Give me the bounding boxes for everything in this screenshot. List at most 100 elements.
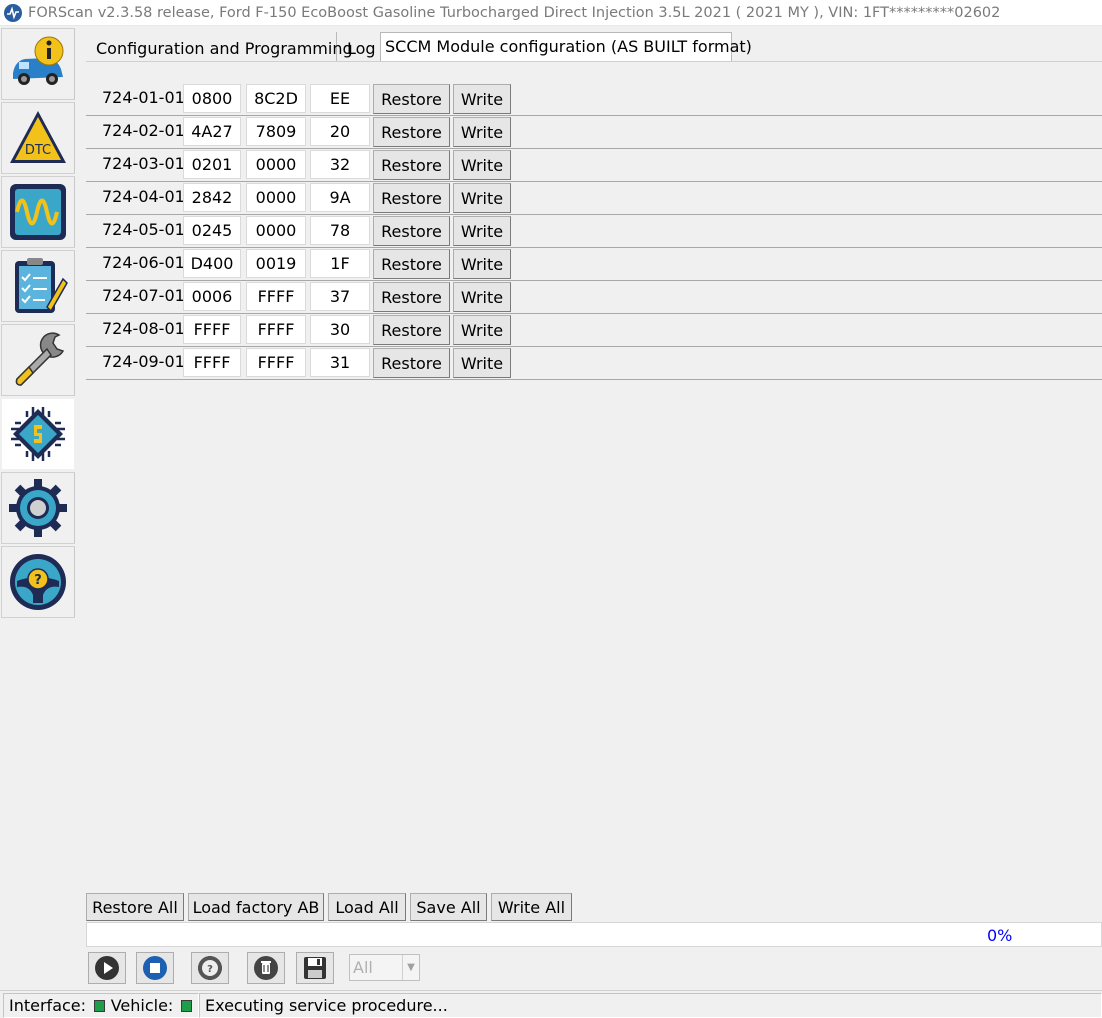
write-button[interactable]: Write — [453, 150, 511, 180]
restore-button[interactable]: Restore — [373, 117, 450, 147]
stop-button[interactable] — [136, 952, 174, 984]
checksum-field[interactable]: 30 — [310, 315, 370, 344]
dtc-warning-icon: DTC — [10, 111, 66, 163]
sidebar-item-vehicle-info[interactable] — [1, 28, 75, 100]
table-row: 724-07-01 0006 FFFF 37 Restore Write — [86, 281, 1102, 314]
value-field-2[interactable]: FFFF — [246, 315, 306, 344]
load-all-button[interactable]: Load All — [328, 893, 406, 921]
value-field-1[interactable]: 4A27 — [183, 117, 241, 146]
tab-label: Configuration and Programming — [96, 39, 353, 58]
value-field-2[interactable]: FFFF — [246, 282, 306, 311]
checksum-field[interactable]: 1F — [310, 249, 370, 278]
write-button[interactable]: Write — [453, 249, 511, 279]
value-field-2[interactable]: 0000 — [246, 183, 306, 212]
sidebar-item-dtc[interactable]: DTC — [1, 102, 75, 174]
forscan-app-icon — [4, 3, 22, 22]
restore-button[interactable]: Restore — [373, 150, 450, 180]
checksum-field[interactable]: 31 — [310, 348, 370, 377]
play-icon — [95, 956, 119, 980]
sidebar-item-settings[interactable] — [1, 472, 75, 544]
status-bar: Interface: Vehicle: Executing service pr… — [0, 990, 1102, 1018]
restore-button[interactable]: Restore — [373, 348, 450, 378]
checksum-field[interactable]: 20 — [310, 117, 370, 146]
sidebar-item-service[interactable] — [1, 324, 75, 396]
checksum-field[interactable]: 9A — [310, 183, 370, 212]
gear-icon — [9, 479, 67, 537]
restore-button[interactable]: Restore — [373, 315, 450, 345]
restore-all-button[interactable]: Restore All — [86, 893, 184, 921]
value-field-2[interactable]: 8C2D — [246, 84, 306, 113]
save-disk-icon — [304, 957, 326, 979]
sidebar-item-configuration[interactable] — [1, 398, 75, 470]
interface-status-led — [94, 999, 105, 1012]
erase-button[interactable] — [247, 952, 285, 984]
sidebar-item-tests[interactable] — [1, 250, 75, 322]
table-row: 724-04-01 2842 0000 9A Restore Write — [86, 182, 1102, 215]
checksum-field[interactable]: 37 — [310, 282, 370, 311]
filter-select[interactable]: All ▼ — [349, 954, 420, 981]
write-button[interactable]: Write — [453, 117, 511, 147]
row-address: 724-08-01 — [102, 319, 185, 338]
vehicle-label: Vehicle: — [110, 996, 174, 1015]
help-steering-icon: ? — [10, 554, 66, 610]
restore-button[interactable]: Restore — [373, 216, 450, 246]
sidebar-item-help[interactable]: ? — [1, 546, 75, 618]
value-field-2[interactable]: FFFF — [246, 348, 306, 377]
write-button[interactable]: Write — [453, 216, 511, 246]
connection-status: Interface: Vehicle: — [3, 993, 199, 1018]
restore-button[interactable]: Restore — [373, 249, 450, 279]
table-row: 724-05-01 0245 0000 78 Restore Write — [86, 215, 1102, 248]
write-all-button[interactable]: Write All — [491, 893, 572, 921]
value-field-2[interactable]: 0000 — [246, 150, 306, 179]
tab-configuration-programming[interactable]: Configuration and Programming — [86, 32, 353, 62]
save-button[interactable] — [296, 952, 334, 984]
row-address: 724-03-01 — [102, 154, 185, 173]
run-button[interactable] — [88, 952, 126, 984]
checksum-field[interactable]: 78 — [310, 216, 370, 245]
svg-text:?: ? — [34, 573, 42, 588]
value-field-2[interactable]: 0019 — [246, 249, 306, 278]
status-message-panel: Executing service procedure... — [199, 993, 1102, 1018]
save-all-button[interactable]: Save All — [410, 893, 487, 921]
svg-text:DTC: DTC — [25, 143, 51, 158]
restore-button[interactable]: Restore — [373, 84, 450, 114]
status-message: Executing service procedure... — [205, 996, 448, 1015]
write-button[interactable]: Write — [453, 282, 511, 312]
filter-select-value: All — [353, 958, 373, 977]
write-button[interactable]: Write — [453, 183, 511, 213]
value-field-1[interactable]: 2842 — [183, 183, 241, 212]
tab-log[interactable]: Log — [338, 32, 380, 62]
restore-button[interactable]: Restore — [373, 183, 450, 213]
table-row: 724-09-01 FFFF FFFF 31 Restore Write — [86, 347, 1102, 380]
checklist-icon — [15, 258, 68, 313]
value-field-1[interactable]: D400 — [183, 249, 241, 278]
row-address: 724-07-01 — [102, 286, 185, 305]
erase-icon — [254, 956, 278, 980]
sidebar-item-oscilloscope[interactable] — [1, 176, 75, 248]
value-field-2[interactable]: 0000 — [246, 216, 306, 245]
value-field-1[interactable]: FFFF — [183, 315, 241, 344]
checksum-field[interactable]: 32 — [310, 150, 370, 179]
checksum-field[interactable]: EE — [310, 84, 370, 113]
load-factory-ab-button[interactable]: Load factory AB — [188, 893, 324, 921]
vehicle-status-led — [181, 999, 192, 1012]
table-row: 724-03-01 0201 0000 32 Restore Write — [86, 149, 1102, 182]
value-field-1[interactable]: FFFF — [183, 348, 241, 377]
value-field-2[interactable]: 7809 — [246, 117, 306, 146]
value-field-1[interactable]: 0800 — [183, 84, 241, 113]
value-field-1[interactable]: 0006 — [183, 282, 241, 311]
restore-button[interactable]: Restore — [373, 282, 450, 312]
row-address: 724-09-01 — [102, 352, 185, 371]
write-button[interactable]: Write — [453, 348, 511, 378]
write-button[interactable]: Write — [453, 84, 511, 114]
tab-divider — [86, 61, 1102, 62]
help-button[interactable]: ? — [191, 952, 229, 984]
lifebuoy-help-icon: ? — [198, 956, 222, 980]
value-field-1[interactable]: 0201 — [183, 150, 241, 179]
tab-sccm-module-configuration[interactable]: SCCM Module configuration (AS BUILT form… — [380, 32, 752, 62]
progress-bar: 0% — [86, 922, 1102, 947]
table-row: 724-01-01 0800 8C2D EE Restore Write — [86, 83, 1102, 116]
row-address: 724-01-01 — [102, 88, 185, 107]
value-field-1[interactable]: 0245 — [183, 216, 241, 245]
write-button[interactable]: Write — [453, 315, 511, 345]
